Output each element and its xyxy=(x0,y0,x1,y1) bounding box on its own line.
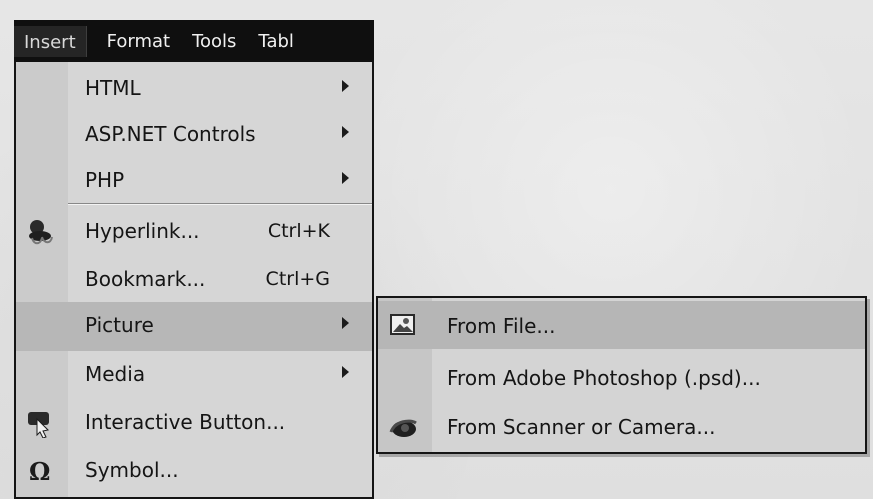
interactive-button-icon xyxy=(24,408,58,439)
menu-format[interactable]: Format xyxy=(107,31,170,52)
submenu-item-label: From File... xyxy=(447,314,556,338)
menu-item-label: PHP xyxy=(85,168,125,192)
submenu-arrow-icon xyxy=(342,317,349,329)
menu-item-html[interactable]: HTML xyxy=(16,65,372,114)
scanner-camera-icon xyxy=(386,411,420,441)
menu-table[interactable]: Tabl xyxy=(258,31,293,52)
menu-bar: Insert Format Tools Tabl xyxy=(14,20,374,60)
menu-item-label: HTML xyxy=(85,76,141,100)
menu-item-media[interactable]: Media xyxy=(16,351,372,400)
menu-item-interactive-button[interactable]: Interactive Button... xyxy=(16,399,372,448)
menu-item-php[interactable]: PHP xyxy=(16,157,372,206)
submenu-item-from-scanner-camera[interactable]: From Scanner or Camera... xyxy=(378,402,865,450)
menu-insert[interactable]: Insert xyxy=(14,25,87,57)
submenu-arrow-icon xyxy=(342,172,349,184)
submenu-item-label: From Adobe Photoshop (.psd)... xyxy=(447,366,761,390)
picture-submenu: From File... From Adobe Photoshop (.psd)… xyxy=(376,296,867,454)
menu-item-hyperlink[interactable]: Hyperlink... Ctrl+K xyxy=(16,208,372,257)
shortcut-label: Ctrl+K xyxy=(267,220,330,242)
svg-text:Ω: Ω xyxy=(29,457,50,486)
menu-item-symbol[interactable]: Ω Symbol... xyxy=(16,447,372,496)
menu-item-asp-net-controls[interactable]: ASP.NET Controls xyxy=(16,111,372,160)
omega-icon: Ω xyxy=(24,456,58,486)
hyperlink-icon xyxy=(24,217,58,247)
submenu-arrow-icon xyxy=(342,80,349,92)
submenu-arrow-icon xyxy=(342,126,349,138)
submenu-item-label: From Scanner or Camera... xyxy=(447,415,716,439)
menu-item-label: Media xyxy=(85,362,146,386)
submenu-item-from-photoshop[interactable]: From Adobe Photoshop (.psd)... xyxy=(378,353,865,401)
menu-item-label: Interactive Button... xyxy=(85,410,286,434)
menu-item-label: Hyperlink... xyxy=(85,219,200,243)
submenu-item-from-file[interactable]: From File... xyxy=(378,301,865,349)
picture-file-icon xyxy=(386,310,420,340)
menu-item-picture[interactable]: Picture xyxy=(16,302,372,351)
menu-item-label: Bookmark... xyxy=(85,267,206,291)
menu-tools[interactable]: Tools xyxy=(192,31,236,52)
menu-separator xyxy=(68,203,372,205)
menu-item-label: ASP.NET Controls xyxy=(85,122,256,146)
menu-item-label: Symbol... xyxy=(85,458,179,482)
shortcut-label: Ctrl+G xyxy=(265,268,330,290)
submenu-arrow-icon xyxy=(342,366,349,378)
menu-item-label: Picture xyxy=(85,313,154,337)
menu-item-bookmark[interactable]: Bookmark... Ctrl+G xyxy=(16,256,372,305)
insert-menu: HTML ASP.NET Controls PHP Hyperlink... C… xyxy=(14,60,374,499)
